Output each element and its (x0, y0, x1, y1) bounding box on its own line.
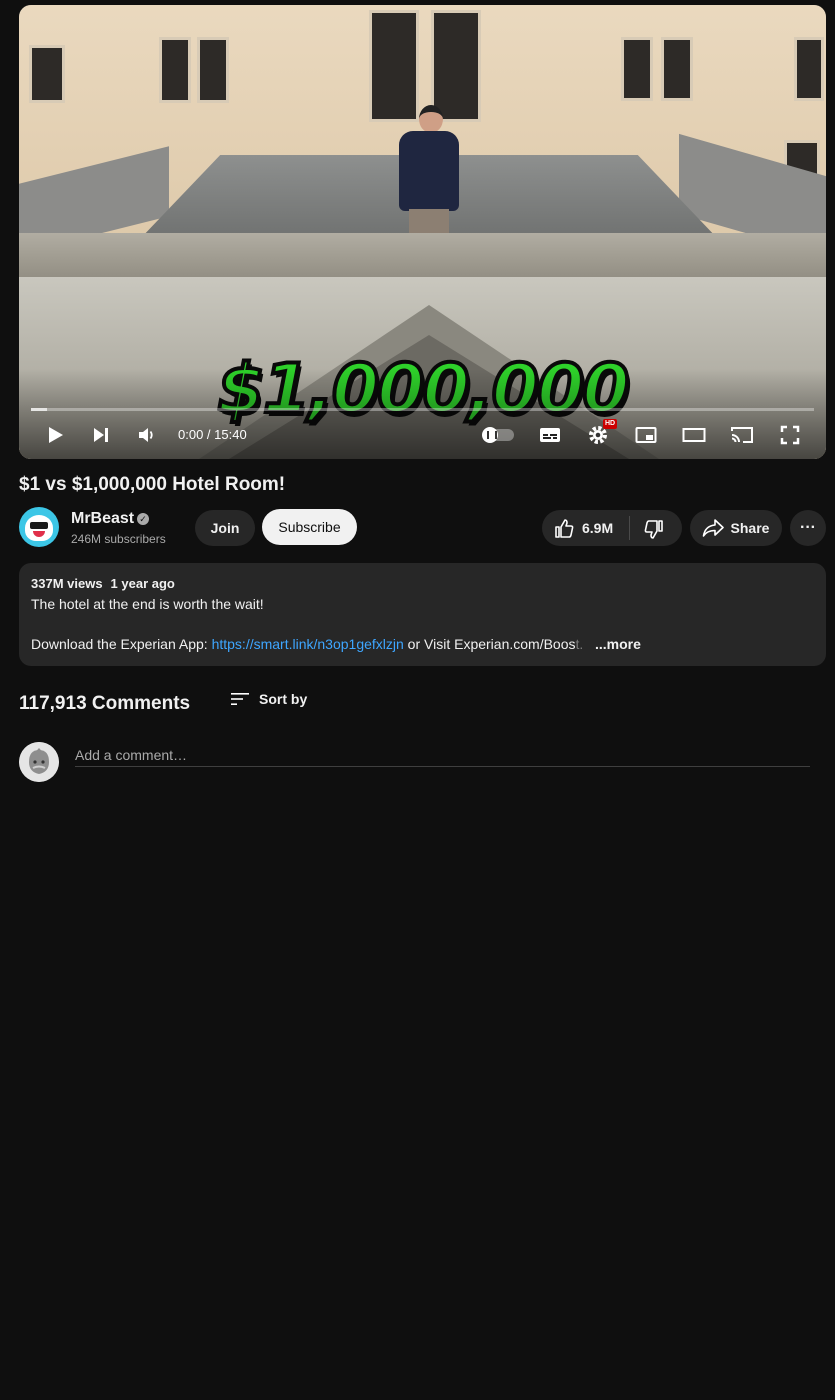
subtitles-icon (540, 428, 560, 442)
description-line: Download the Experian App: https://smart… (31, 636, 583, 652)
like-divider (629, 516, 630, 540)
description-text: or Visit Experian.com/Boos (403, 636, 576, 652)
like-dislike-group: 6.9M (542, 510, 682, 546)
beast-logo-icon (25, 515, 53, 541)
play-icon (49, 427, 63, 443)
channel-avatar[interactable] (19, 507, 59, 547)
verified-badge-icon: ✓ (137, 513, 149, 525)
cast-button[interactable] (728, 421, 756, 449)
video-building-window (29, 45, 65, 103)
miniplayer-button[interactable] (632, 421, 660, 449)
autoplay-toggle[interactable] (482, 427, 514, 443)
upload-age: 1 year ago (110, 576, 175, 591)
time-display: 0:00 / 15:40 (178, 427, 247, 442)
video-presenter (389, 105, 469, 240)
video-building-window (197, 37, 229, 103)
like-icon[interactable] (553, 518, 575, 540)
sort-icon (231, 693, 249, 705)
share-label: Share (730, 520, 770, 536)
dislike-icon[interactable] (643, 518, 665, 540)
video-meta: 337M views 1 year ago (31, 576, 175, 591)
progress-buffered (31, 408, 47, 411)
default-avatar-icon (19, 742, 59, 782)
subtitles-button[interactable] (536, 421, 564, 449)
subscriber-count: 246M subscribers (71, 532, 166, 546)
description-text-faded: t. (575, 636, 584, 652)
share-icon (702, 519, 724, 537)
view-count: 337M views (31, 576, 103, 591)
skip-next-icon (94, 428, 108, 442)
like-count[interactable]: 6.9M (582, 520, 613, 536)
fullscreen-icon (780, 425, 800, 445)
sort-by-button[interactable]: Sort by (230, 690, 307, 708)
join-button[interactable]: Join (195, 510, 255, 546)
time-current: 0:00 (178, 427, 204, 442)
more-actions-button[interactable]: ··· (790, 510, 826, 546)
video-building-window (621, 37, 653, 101)
progress-bar[interactable] (31, 408, 814, 411)
volume-icon (139, 428, 153, 442)
time-separator: / (203, 427, 215, 442)
time-total: 15:40 (214, 427, 247, 442)
description-box[interactable]: 337M views 1 year ago The hotel at the en… (19, 563, 826, 666)
comments-count: 117,913 Comments (19, 693, 191, 714)
autoplay-pause-icon (482, 427, 498, 443)
video-building-window (159, 37, 191, 103)
video-building-window (661, 37, 693, 101)
channel-name[interactable]: MrBeast (71, 510, 134, 528)
sort-by-label: Sort by (259, 691, 308, 707)
video-title: $1 vs $1,000,000 Hotel Room! (19, 474, 286, 495)
hd-badge: HD (603, 419, 618, 429)
subscribe-button[interactable]: Subscribe (262, 509, 357, 545)
comment-input[interactable] (75, 743, 810, 767)
share-button[interactable]: Share (690, 510, 782, 546)
description-more-button[interactable]: ...more (595, 636, 641, 652)
mute-button[interactable] (133, 421, 161, 449)
video-building-window (794, 37, 824, 101)
video-player[interactable]: $1,000,000 0:00 / 15:40 HD (19, 5, 826, 459)
fullscreen-button[interactable] (776, 421, 804, 449)
description-link[interactable]: https://smart.link/n3op1gefxlzjn (212, 636, 404, 652)
miniplayer-icon (635, 427, 657, 443)
cast-icon (731, 427, 753, 443)
description-text: Download the Experian App: (31, 636, 212, 652)
theater-icon (682, 428, 706, 442)
next-button[interactable] (87, 421, 115, 449)
description-line: The hotel at the end is worth the wait! (31, 596, 264, 612)
video-stone-ledge (19, 233, 826, 283)
theater-mode-button[interactable] (680, 421, 708, 449)
user-avatar (19, 742, 59, 782)
play-button[interactable] (41, 421, 69, 449)
